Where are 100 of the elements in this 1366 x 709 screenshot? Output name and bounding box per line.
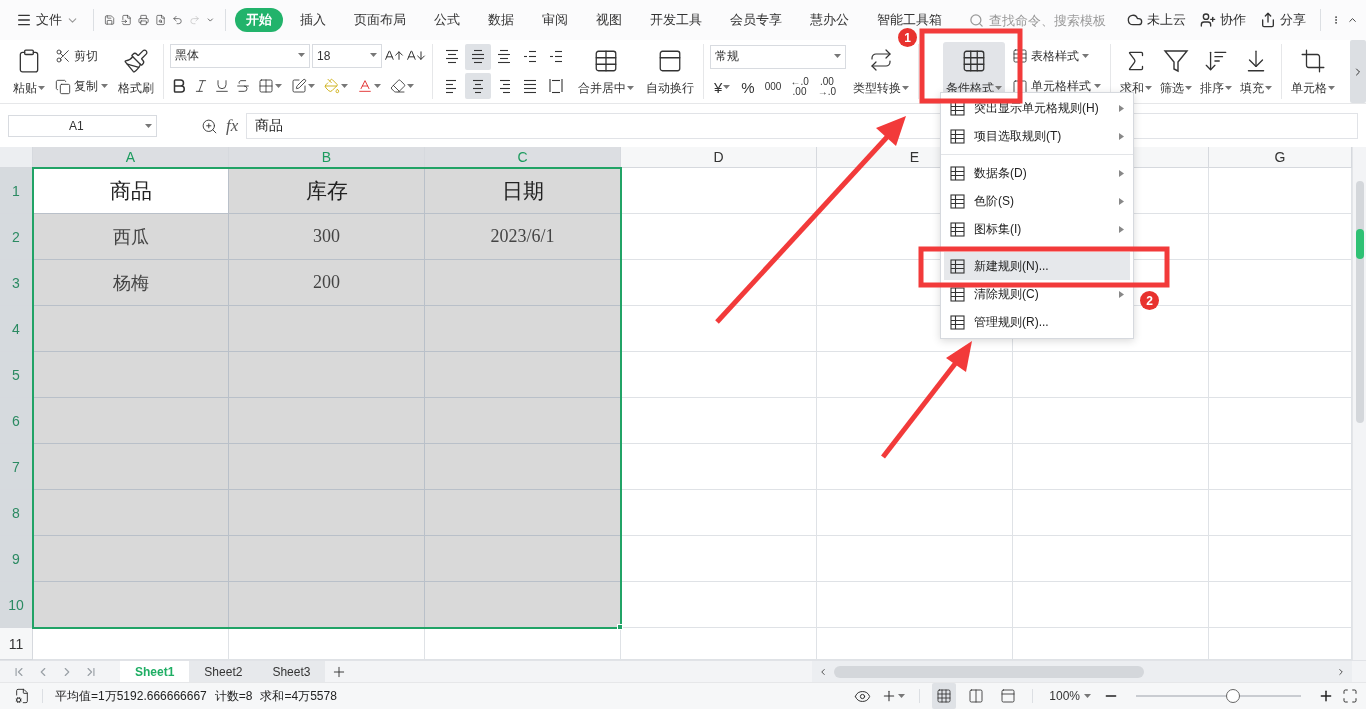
vertical-scrollbar[interactable]: [1352, 147, 1366, 660]
zoom-select[interactable]: 100%: [1045, 686, 1095, 706]
share-button[interactable]: 分享: [1256, 8, 1311, 32]
borders-icon: [258, 78, 274, 95]
thousands-button[interactable]: 000: [761, 81, 785, 94]
caret-icon: [898, 693, 906, 699]
function-button[interactable]: fx: [226, 116, 239, 136]
wrap-text-button[interactable]: 自动换行: [643, 42, 697, 101]
fullscreen-icon[interactable]: [1342, 688, 1358, 704]
macro-icon[interactable]: [14, 688, 30, 704]
scrollbar-thumb[interactable]: [834, 665, 1144, 678]
eraser-icon: [390, 78, 406, 95]
fill-handle[interactable]: [617, 624, 623, 630]
font-name-select[interactable]: 黑体: [170, 43, 310, 68]
caret-icon: [1082, 53, 1089, 59]
ribbon-tab[interactable]: 开发工具: [639, 8, 714, 32]
caret-icon: [627, 86, 634, 91]
status-text: 平均值=1万5192.666666667: [55, 687, 207, 705]
column-header[interactable]: D: [621, 147, 817, 168]
caret-icon: [145, 123, 152, 129]
merge-center-button[interactable]: 合并居中: [575, 42, 637, 101]
scrollbar-thumb[interactable]: [1355, 181, 1364, 423]
italic-icon[interactable]: [193, 78, 209, 95]
submenu-arrow-icon: [1119, 104, 1124, 112]
cell-icon: [1300, 48, 1326, 74]
menu-icon: [16, 12, 32, 28]
status-text: 求和=4万5578: [260, 687, 337, 705]
name-box[interactable]: A1: [8, 115, 157, 137]
caret-icon: [1094, 84, 1101, 90]
number-format-select[interactable]: 常规: [710, 44, 846, 69]
ribbon-tab[interactable]: 慧办公: [799, 8, 861, 32]
slider-thumb[interactable]: [1226, 689, 1241, 703]
decrease-decimal-button[interactable]: .00 →.0: [814, 76, 840, 99]
increase-decimal-button[interactable]: ←.0 .00: [787, 76, 812, 99]
caret-icon: [101, 84, 108, 90]
zoom-in-icon[interactable]: [1318, 688, 1334, 704]
cell-button[interactable]: 单元格: [1288, 42, 1338, 101]
ribbon-tab[interactable]: 视图: [585, 8, 634, 32]
view-mode-button[interactable]: [932, 683, 957, 709]
align-button[interactable]: [465, 43, 491, 70]
submenu-arrow-icon: [1119, 169, 1124, 177]
merge-cells-icon: [593, 48, 619, 74]
currency-button[interactable]: ¥: [710, 78, 735, 96]
format-painter-button[interactable]: 格式刷: [115, 42, 157, 101]
caret-icon: [407, 83, 414, 89]
underline-icon[interactable]: [214, 78, 230, 95]
align-center-icon: [470, 77, 486, 94]
align-button[interactable]: [465, 72, 491, 99]
sheet-tab[interactable]: Sheet2: [189, 661, 258, 682]
add-user-icon: [1200, 12, 1217, 28]
row-header[interactable]: 11: [0, 628, 33, 660]
scroll-right-icon[interactable]: [1336, 666, 1346, 677]
search-field[interactable]: 查找命令、搜索模板: [969, 11, 1112, 29]
ribbon-tab[interactable]: 数据: [477, 8, 526, 32]
caret-icon: [1084, 693, 1091, 699]
ribbon-tab[interactable]: 页面布局: [343, 8, 418, 32]
strikethrough-icon[interactable]: [235, 78, 251, 95]
font-size-select[interactable]: 18: [312, 43, 382, 68]
copy-button[interactable]: 复制: [52, 75, 111, 99]
ribbon-tab[interactable]: 会员专享: [719, 8, 794, 32]
tool-button[interactable]: 排序: [1197, 42, 1235, 101]
submenu-arrow-icon: [1119, 132, 1124, 140]
scroll-left-icon[interactable]: [818, 666, 828, 677]
caret-icon: [723, 84, 731, 90]
cut-button[interactable]: 剪切: [52, 44, 111, 68]
tool-button[interactable]: 筛选: [1157, 42, 1195, 101]
column-header[interactable]: G: [1209, 147, 1352, 168]
paintbrush-icon: [123, 48, 149, 74]
collaborate-button[interactable]: 协作: [1196, 8, 1251, 32]
caret-icon: [1265, 86, 1272, 91]
menu-item[interactable]: 色阶(S): [944, 187, 1130, 215]
table-style-button[interactable]: 表格样式: [1009, 44, 1104, 68]
caret-icon: [1185, 86, 1192, 91]
ribbon-tab[interactable]: 审阅: [531, 8, 580, 32]
copy-icon: [55, 78, 71, 95]
paste-button[interactable]: 粘贴: [10, 42, 48, 101]
convert-icon: [869, 48, 893, 72]
caret-icon: [275, 83, 282, 89]
cloud-status-button[interactable]: 未上云: [1123, 8, 1191, 32]
table-cell: 库存: [229, 168, 425, 214]
ribbon-tab[interactable]: 插入: [289, 8, 338, 32]
table-cell: 杨梅: [33, 260, 229, 306]
percent-button[interactable]: %: [737, 78, 759, 96]
caret-icon: [1145, 86, 1152, 91]
file-menu[interactable]: 文件: [12, 8, 83, 32]
menu-item[interactable]: 管理规则(R)...: [944, 308, 1130, 336]
sheet-tab[interactable]: Sheet3: [257, 661, 326, 682]
caret-icon: [370, 53, 377, 59]
menu-item[interactable]: 图标集(I): [944, 215, 1130, 243]
menu-item[interactable]: 清除规则(C): [944, 280, 1130, 308]
align-middle-icon: [470, 48, 486, 65]
menu-item[interactable]: 新建规则(N)...: [944, 252, 1130, 280]
table-cell: 300: [229, 214, 425, 260]
status-text: 计数=8: [214, 687, 253, 705]
tool-button[interactable]: 填充: [1237, 42, 1275, 101]
submenu-arrow-icon: [1119, 290, 1124, 298]
horizontal-scrollbar[interactable]: [812, 661, 1352, 682]
zoom-icon[interactable]: [201, 117, 218, 135]
ribbon-tab[interactable]: 公式: [423, 8, 472, 32]
caret-icon: [902, 86, 909, 91]
